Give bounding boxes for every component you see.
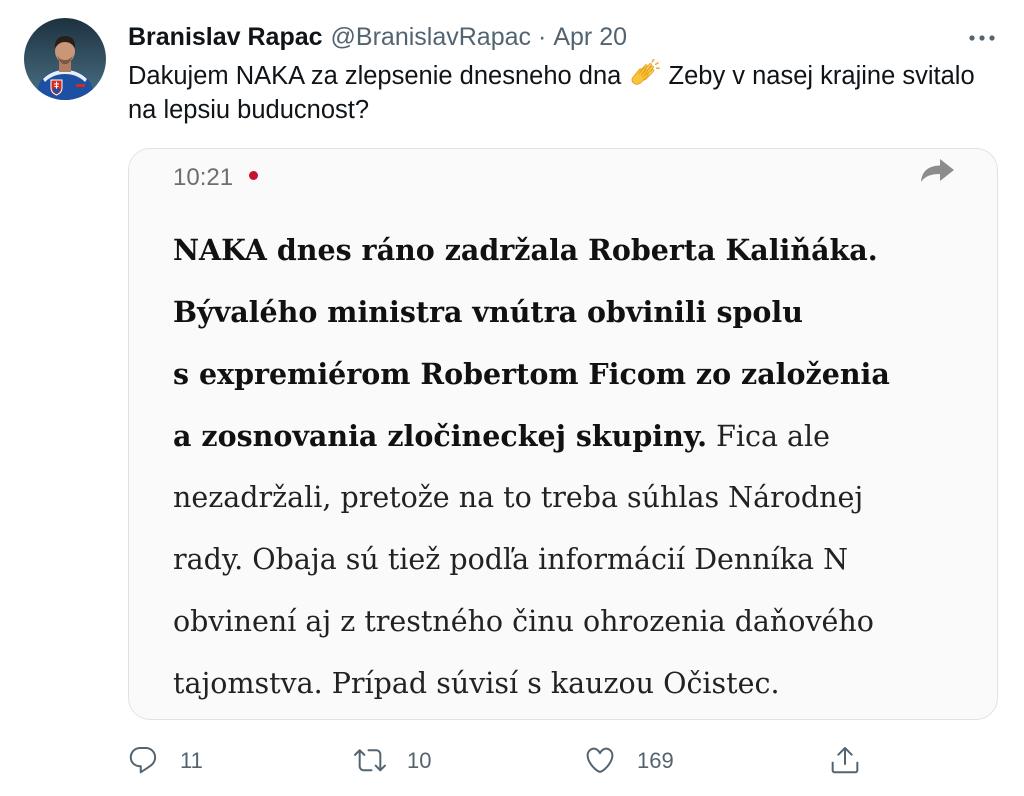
article-bold-text: a zosnovania zločineckej skupiny. bbox=[173, 419, 708, 453]
live-indicator-dot bbox=[249, 171, 258, 180]
tweet-text-part: na lepsiu buducnost? bbox=[128, 96, 370, 124]
article-bold-text: s expremiérom Robertom Ficom zo založeni… bbox=[173, 357, 890, 391]
article-line: a zosnovania zločineckej skupiny. Fica a… bbox=[173, 405, 890, 467]
like-count[interactable]: 169 bbox=[637, 747, 674, 775]
clapping-hands-icon bbox=[629, 59, 661, 90]
article-line: tajomstva. Prípad súvisí s kauzou Očiste… bbox=[173, 653, 890, 715]
tweet-date[interactable]: Apr 20 bbox=[553, 20, 627, 54]
tweet-text-part: Dakujem NAKA za zlepsenie dnesneho dna bbox=[128, 62, 622, 90]
tweet-text-part: Zeby v nasej krajine svitalo bbox=[668, 62, 975, 90]
article-line: NAKA dnes ráno zadržala Roberta Kaliňáka… bbox=[173, 219, 890, 281]
reply-icon[interactable] bbox=[127, 744, 159, 776]
article-regular-text: nezadržali, pretože na to treba súhlas N… bbox=[173, 481, 864, 514]
retweet-count[interactable]: 10 bbox=[407, 747, 431, 775]
author-name[interactable]: Branislav Rapac bbox=[128, 20, 323, 54]
retweet-icon[interactable] bbox=[354, 744, 386, 776]
more-horizontal-icon[interactable] bbox=[966, 28, 998, 48]
share-arrow-icon bbox=[920, 158, 955, 183]
tweet-header: Branislav Rapac @BranislavRapac · Apr 20 bbox=[128, 20, 627, 54]
article-bold-text: Bývalého ministra vnútra obvinili spolu bbox=[173, 295, 803, 329]
article-line: obvinení aj z trestného činu ohrozenia d… bbox=[173, 591, 890, 653]
article-text: NAKA dnes ráno zadržala Roberta Kaliňáka… bbox=[173, 219, 890, 715]
article-line: rady. Obaja sú tiež podľa informácií Den… bbox=[173, 529, 890, 591]
article-regular-text: tajomstva. Prípad súvisí s kauzou Očiste… bbox=[173, 667, 780, 700]
article-regular-text: rady. Obaja sú tiež podľa informácií Den… bbox=[173, 543, 849, 576]
article-line: nezadržali, pretože na to treba súhlas N… bbox=[173, 467, 890, 529]
author-handle[interactable]: @BranislavRapac bbox=[331, 20, 531, 54]
article-line: s expremiérom Robertom Ficom zo založeni… bbox=[173, 343, 890, 405]
heart-icon[interactable] bbox=[584, 744, 616, 776]
attached-image[interactable]: 10:21 NAKA dnes ráno zadržala Roberta Ka… bbox=[128, 148, 998, 720]
article-regular-text: Fica ale bbox=[716, 420, 830, 453]
article-time: 10:21 bbox=[173, 164, 234, 191]
tweet-text: Dakujem NAKA za zlepsenie dnesneho dna Z… bbox=[128, 59, 975, 127]
article-regular-text: obvinení aj z trestného činu ohrozenia d… bbox=[173, 605, 874, 638]
share-icon[interactable] bbox=[829, 744, 861, 776]
avatar[interactable] bbox=[24, 18, 106, 100]
article-bold-text: NAKA dnes ráno zadržala Roberta Kaliňáka… bbox=[173, 233, 878, 267]
separator-dot: · bbox=[538, 23, 547, 51]
article-line: Bývalého ministra vnútra obvinili spolu bbox=[173, 281, 890, 343]
reply-count[interactable]: 11 bbox=[180, 747, 203, 775]
